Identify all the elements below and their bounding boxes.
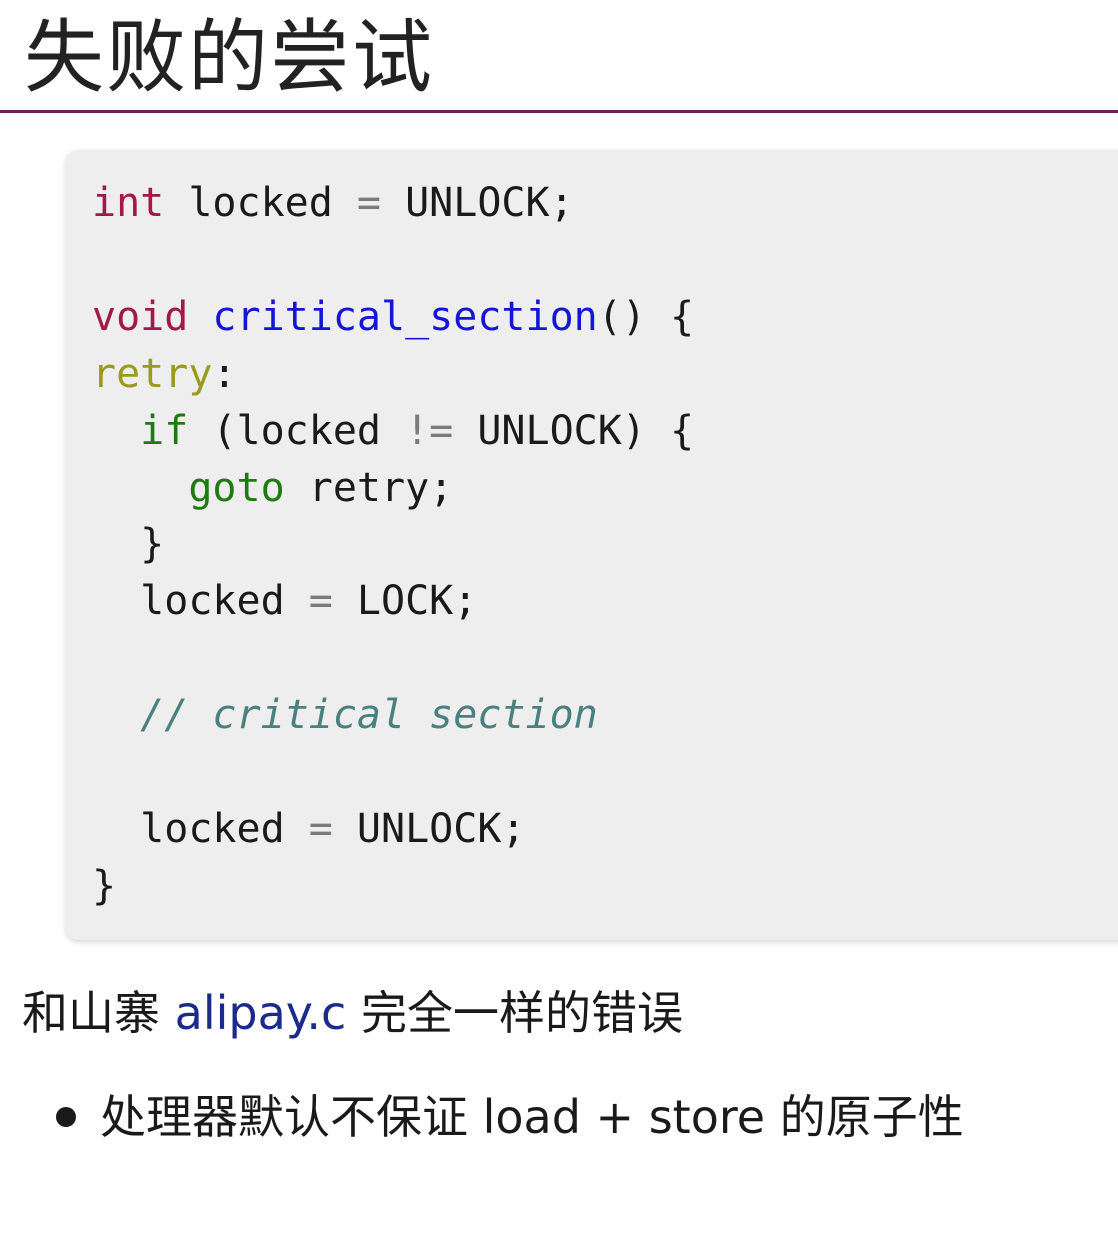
- control-keyword: if: [140, 407, 189, 454]
- description-paragraph: 和山寨 alipay.c 完全一样的错误: [22, 982, 683, 1044]
- code-line-4: retry:: [92, 351, 237, 397]
- code-text: locked: [164, 180, 357, 226]
- code-label: retry: [92, 350, 213, 397]
- type-keyword: int: [92, 180, 165, 226]
- control-keyword: goto: [188, 464, 285, 511]
- code-text: locked: [140, 805, 309, 852]
- code-text: () {: [597, 293, 695, 340]
- bullet-item: 处理器默认不保证 load + store 的原子性: [56, 1086, 964, 1148]
- paragraph-text: 完全一样的错误: [346, 986, 683, 1040]
- bullet-dot-icon: [56, 1106, 76, 1127]
- code-line-12: locked = UNLOCK;: [92, 805, 526, 852]
- code-text: LOCK;: [332, 578, 478, 625]
- code-line-8: locked = LOCK;: [92, 578, 477, 624]
- code-line-3: void critical_section() {: [92, 294, 694, 340]
- paragraph-text: 和山寨: [22, 986, 175, 1040]
- code-line-6: goto retry;: [92, 465, 453, 511]
- page-title: 失败的尝试: [24, 11, 434, 104]
- code-comment: // critical section: [140, 692, 598, 739]
- type-keyword: void: [92, 293, 189, 340]
- code-line-7: }: [92, 521, 165, 568]
- file-link[interactable]: alipay.c: [175, 986, 347, 1040]
- code-text: UNLOCK;: [332, 805, 526, 852]
- function-name: critical_section: [212, 293, 598, 340]
- code-text: locked: [140, 578, 309, 625]
- code-text: UNLOCK) {: [453, 407, 695, 454]
- code-operator: =: [308, 805, 333, 852]
- bullet-text: 处理器默认不保证 load + store 的原子性: [100, 1090, 964, 1144]
- title-divider: [0, 110, 1118, 113]
- code-text: (locked: [188, 407, 406, 454]
- code-text: retry;: [284, 464, 454, 511]
- code-operator: !=: [405, 407, 454, 454]
- code-text: :: [212, 350, 237, 397]
- code-line-10: // critical section: [92, 692, 598, 738]
- code-line-1: int locked = UNLOCK;: [92, 180, 574, 226]
- code-listing: int locked = UNLOCK; void critical_secti…: [92, 175, 694, 915]
- code-line-5: if (locked != UNLOCK) {: [92, 408, 694, 454]
- code-operator: =: [308, 578, 333, 625]
- code-operator: =: [356, 180, 381, 226]
- code-line-13: }: [92, 862, 117, 909]
- code-text: UNLOCK;: [381, 180, 574, 226]
